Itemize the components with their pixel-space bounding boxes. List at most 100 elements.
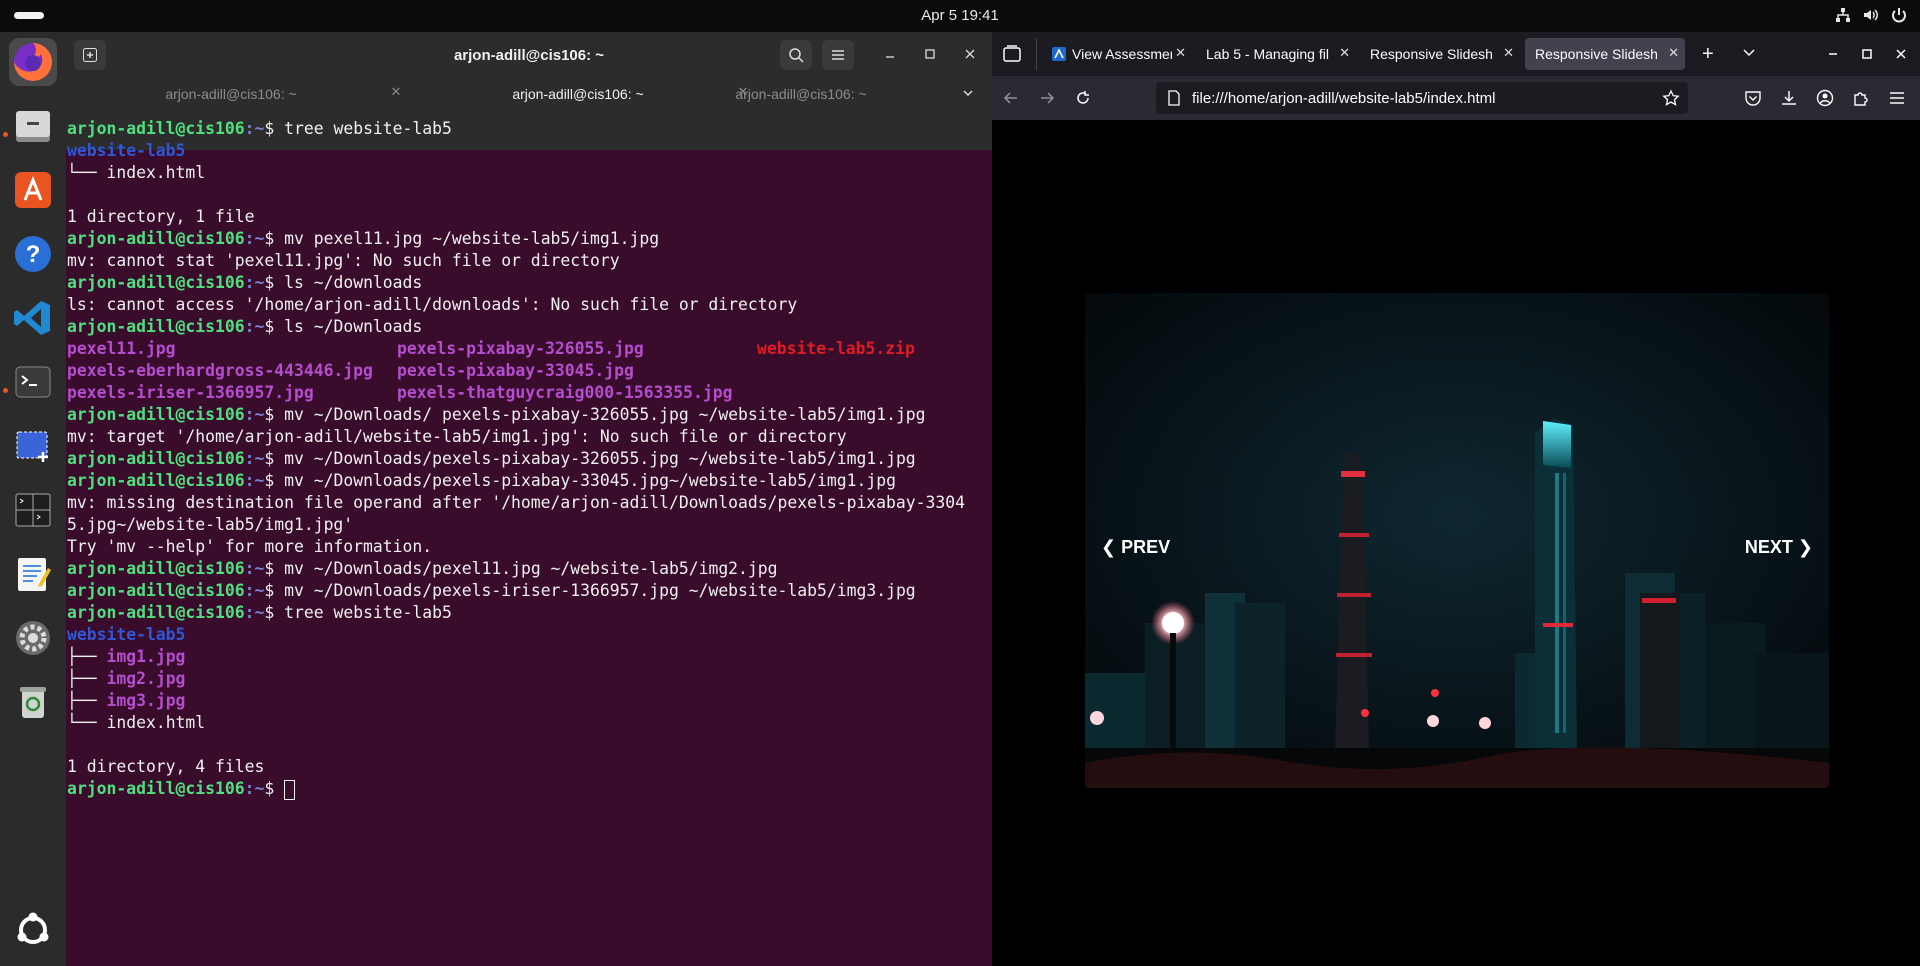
file-name: pexels-pixabay-33045.jpg [397, 361, 634, 380]
url-text: file:///home/arjon-adill/website-lab5/in… [1192, 90, 1496, 107]
account-button[interactable] [1814, 87, 1836, 109]
downloads-button[interactable] [1778, 87, 1800, 109]
terminal-icon[interactable] [9, 358, 57, 406]
file-name: img3.jpg [106, 691, 186, 710]
prompt-path: :~ [244, 779, 265, 798]
next-button[interactable]: NEXT ❯ [1745, 537, 1813, 558]
browser-tab[interactable]: Responsive Slidesh ✕ [1360, 38, 1520, 70]
app-menu-button[interactable] [1886, 87, 1908, 109]
prompt-path: :~ [244, 119, 265, 138]
pocket-icon [1745, 91, 1761, 106]
screenshot-icon[interactable] [9, 422, 57, 470]
browser-navbar: file:///home/arjon-adill/website-lab5/in… [992, 76, 1920, 120]
star-icon [1662, 89, 1680, 106]
tab-label: View Assessmen [1072, 46, 1172, 62]
app-center-icon[interactable] [9, 166, 57, 214]
clock[interactable]: Apr 5 19:41 [0, 7, 1920, 24]
close-icon[interactable]: ✕ [389, 85, 403, 99]
vscode-icon[interactable] [9, 294, 57, 342]
tabs-dropdown-button[interactable] [962, 86, 974, 104]
terminal-tab[interactable]: arjon-adill@cis106: ~ ✕ [81, 78, 411, 108]
tab-label: Lab 5 - Managing fil [1206, 46, 1329, 62]
close-icon[interactable]: ✕ [1339, 45, 1350, 61]
prompt-line: arjon-adill@cis106:~$ mv ~/Downloads/ pe… [67, 404, 992, 426]
prev-button[interactable]: ❮ PREV [1101, 537, 1170, 558]
prompt-line: arjon-adill@cis106:~$ tree website-lab5 [67, 602, 992, 624]
close-icon[interactable]: ✕ [1668, 45, 1679, 61]
browser-window: View Assessmen ✕ Lab 5 - Managing fil ✕ … [992, 32, 1920, 966]
menu-button[interactable] [822, 40, 854, 70]
extensions-button[interactable] [1850, 87, 1872, 109]
file-name: pexels-iriser-1366957.jpg [67, 383, 314, 402]
firefox-icon[interactable] [9, 38, 57, 86]
system-tray[interactable] [1834, 6, 1908, 24]
close-button[interactable] [958, 42, 982, 66]
prompt-path: :~ [244, 317, 265, 336]
command-text: tree website-lab5 [284, 119, 452, 138]
ls-output-line: pexel11.jpg pexels-pixabay-326055.jpg webs… [67, 338, 992, 360]
prompt-symbol: $ [264, 471, 285, 490]
settings-icon[interactable] [9, 614, 57, 662]
download-icon [1782, 91, 1796, 105]
show-apps-icon[interactable] [9, 906, 57, 954]
dock: ? [0, 32, 66, 966]
files-icon[interactable] [9, 102, 57, 150]
output-line: 1 directory, 1 file [67, 207, 255, 226]
text-cursor [284, 779, 296, 800]
ls-output-line: pexels-eberhardgross-443446.jpg pexels-pi… [67, 360, 992, 382]
browser-minimize-button[interactable] [1826, 47, 1840, 66]
tree-branch: ├── [67, 669, 107, 688]
browser-maximize-button[interactable] [1860, 47, 1874, 66]
prompt-path: :~ [244, 471, 265, 490]
directory-name: website-lab5 [67, 141, 186, 160]
command-text: mv ~/Downloads/pexels-pixabay-326055.jpg… [284, 449, 916, 468]
close-icon[interactable]: ✕ [1175, 45, 1186, 61]
browser-tab[interactable]: Lab 5 - Managing fil ✕ [1196, 38, 1356, 70]
terminal-output[interactable]: arjon-adill@cis106:~$ tree website-lab5 w… [66, 118, 992, 966]
tab-label: Responsive Slidesh [1370, 46, 1493, 62]
terminal-titlebar[interactable]: arjon-adill@cis106: ~ [66, 32, 992, 78]
prompt-path: :~ [244, 273, 265, 292]
maximize-button[interactable] [918, 42, 942, 66]
url-bar[interactable]: file:///home/arjon-adill/website-lab5/in… [1156, 82, 1688, 114]
command-text: ls ~/downloads [284, 273, 423, 292]
close-icon[interactable]: ✕ [1503, 45, 1514, 61]
forward-button[interactable] [1036, 87, 1058, 109]
reload-button[interactable] [1072, 87, 1094, 109]
browser-close-button[interactable] [1894, 47, 1908, 66]
browser-tab[interactable]: View Assessmen ✕ [1044, 38, 1192, 70]
arrow-left-icon [1003, 92, 1017, 104]
prompt-line: arjon-adill@cis106:~$ mv ~/Downloads/pex… [67, 448, 992, 470]
browser-tab-selected[interactable]: Responsive Slidesh ✕ [1525, 38, 1685, 70]
top-bar: Apr 5 19:41 [0, 0, 1920, 32]
command-text: tree website-lab5 [284, 603, 452, 622]
page-icon [1168, 90, 1180, 106]
file-name: pexel11.jpg [67, 339, 176, 358]
prompt-line: arjon-adill@cis106:~$ mv ~/Downloads/pex… [67, 470, 992, 492]
output-line: website-lab5 [67, 624, 992, 646]
back-button[interactable] [1000, 87, 1022, 109]
new-tab-button[interactable]: + [1702, 43, 1714, 66]
hamburger-icon [1890, 92, 1904, 104]
tab-overview-button[interactable] [1002, 44, 1022, 69]
prompt-user: arjon-adill@cis106 [67, 405, 245, 424]
arrow-right-icon [1041, 92, 1055, 104]
help-icon[interactable]: ? [9, 230, 57, 278]
output-line: 5.jpg~/website-lab5/img1.jpg' [67, 515, 354, 534]
tree-line: ├── img2.jpg [67, 668, 992, 690]
output-line: 1 directory, 4 files [67, 757, 265, 776]
search-button[interactable] [780, 40, 812, 70]
text-editor-icon[interactable] [9, 550, 57, 598]
prompt-line: arjon-adill@cis106:~$ tree website-lab5 [67, 118, 992, 140]
terminal-tab[interactable]: arjon-adill@cis106: ~ [666, 78, 966, 108]
prompt-path: :~ [244, 229, 265, 248]
prompt-user: arjon-adill@cis106 [67, 317, 245, 336]
terminal-split-icon[interactable] [9, 486, 57, 534]
hamburger-icon [832, 50, 844, 60]
trash-icon[interactable] [9, 678, 57, 726]
pocket-button[interactable] [1742, 87, 1764, 109]
list-tabs-button[interactable] [1742, 46, 1756, 65]
minimize-button[interactable] [878, 42, 902, 66]
tree-line: ├── img1.jpg [67, 646, 992, 668]
